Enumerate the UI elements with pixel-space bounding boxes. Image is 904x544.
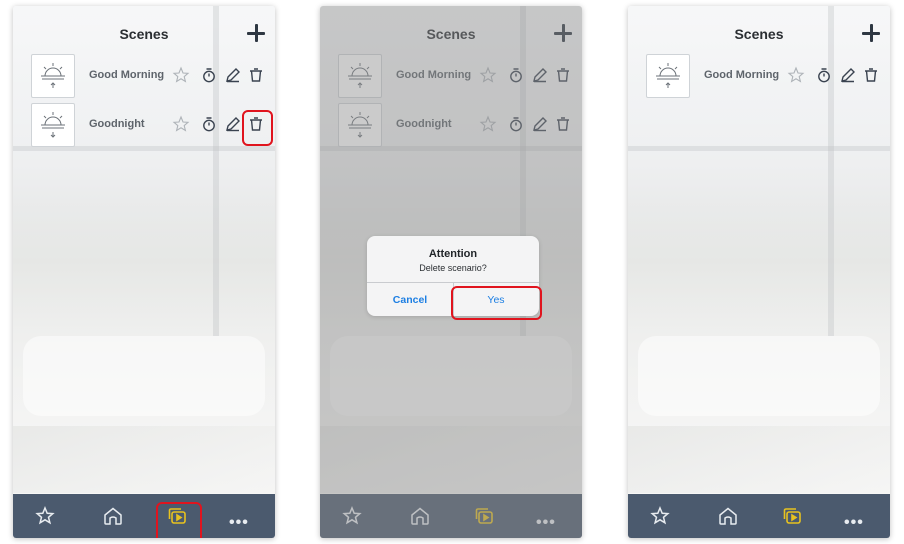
scenes-icon[interactable] bbox=[780, 504, 804, 528]
home-icon[interactable] bbox=[101, 504, 125, 528]
plus-icon[interactable] bbox=[245, 22, 267, 44]
page-title: Scenes bbox=[734, 26, 784, 42]
phone-screen-step-2: Scenes Good Morning Goodnight ••• Attent… bbox=[320, 6, 582, 538]
home-icon[interactable] bbox=[716, 504, 740, 528]
scene-name: Good Morning bbox=[704, 69, 780, 81]
highlight-box-scenes-tab bbox=[156, 502, 202, 538]
delete-trash-icon[interactable] bbox=[247, 66, 265, 84]
scene-row-good-morning[interactable]: Good Morning bbox=[31, 54, 271, 98]
bottom-nav: ••• bbox=[13, 494, 275, 538]
timer-icon[interactable] bbox=[200, 66, 218, 84]
favorites-star-icon[interactable] bbox=[33, 504, 57, 528]
more-icon[interactable]: ••• bbox=[844, 514, 864, 532]
phone-screen-step-1: Scenes Good Morning Goodnight ••• bbox=[13, 6, 275, 538]
sunrise-icon bbox=[646, 54, 690, 98]
dialog-message: Delete scenario? bbox=[419, 263, 487, 273]
phone-screen-step-3: Scenes Good Morning ••• bbox=[628, 6, 890, 538]
page-title: Scenes bbox=[119, 26, 169, 42]
sunrise-icon bbox=[31, 54, 75, 98]
timer-icon[interactable] bbox=[815, 66, 833, 84]
favorite-star-icon[interactable] bbox=[172, 66, 190, 84]
cancel-button[interactable]: Cancel bbox=[367, 294, 453, 306]
favorites-star-icon[interactable] bbox=[648, 504, 672, 528]
favorite-star-icon[interactable] bbox=[787, 66, 805, 84]
favorite-star-icon[interactable] bbox=[172, 115, 190, 133]
bottom-nav: ••• bbox=[628, 494, 890, 538]
scene-row-good-morning[interactable]: Good Morning bbox=[646, 54, 886, 98]
delete-trash-icon[interactable] bbox=[862, 66, 880, 84]
highlight-box-delete bbox=[242, 110, 273, 146]
sunset-icon bbox=[31, 103, 75, 147]
edit-pencil-icon[interactable] bbox=[224, 115, 242, 133]
edit-pencil-icon[interactable] bbox=[839, 66, 857, 84]
scene-name: Good Morning bbox=[89, 69, 165, 81]
header: Scenes bbox=[628, 6, 890, 54]
scene-row-goodnight[interactable]: Goodnight bbox=[31, 103, 271, 147]
more-icon[interactable]: ••• bbox=[229, 514, 249, 532]
scene-name: Goodnight bbox=[89, 118, 145, 130]
edit-pencil-icon[interactable] bbox=[224, 66, 242, 84]
plus-icon[interactable] bbox=[860, 22, 882, 44]
dialog-title: Attention bbox=[428, 248, 478, 260]
highlight-box-yes bbox=[451, 286, 542, 320]
timer-icon[interactable] bbox=[200, 115, 218, 133]
header: Scenes bbox=[13, 6, 275, 54]
